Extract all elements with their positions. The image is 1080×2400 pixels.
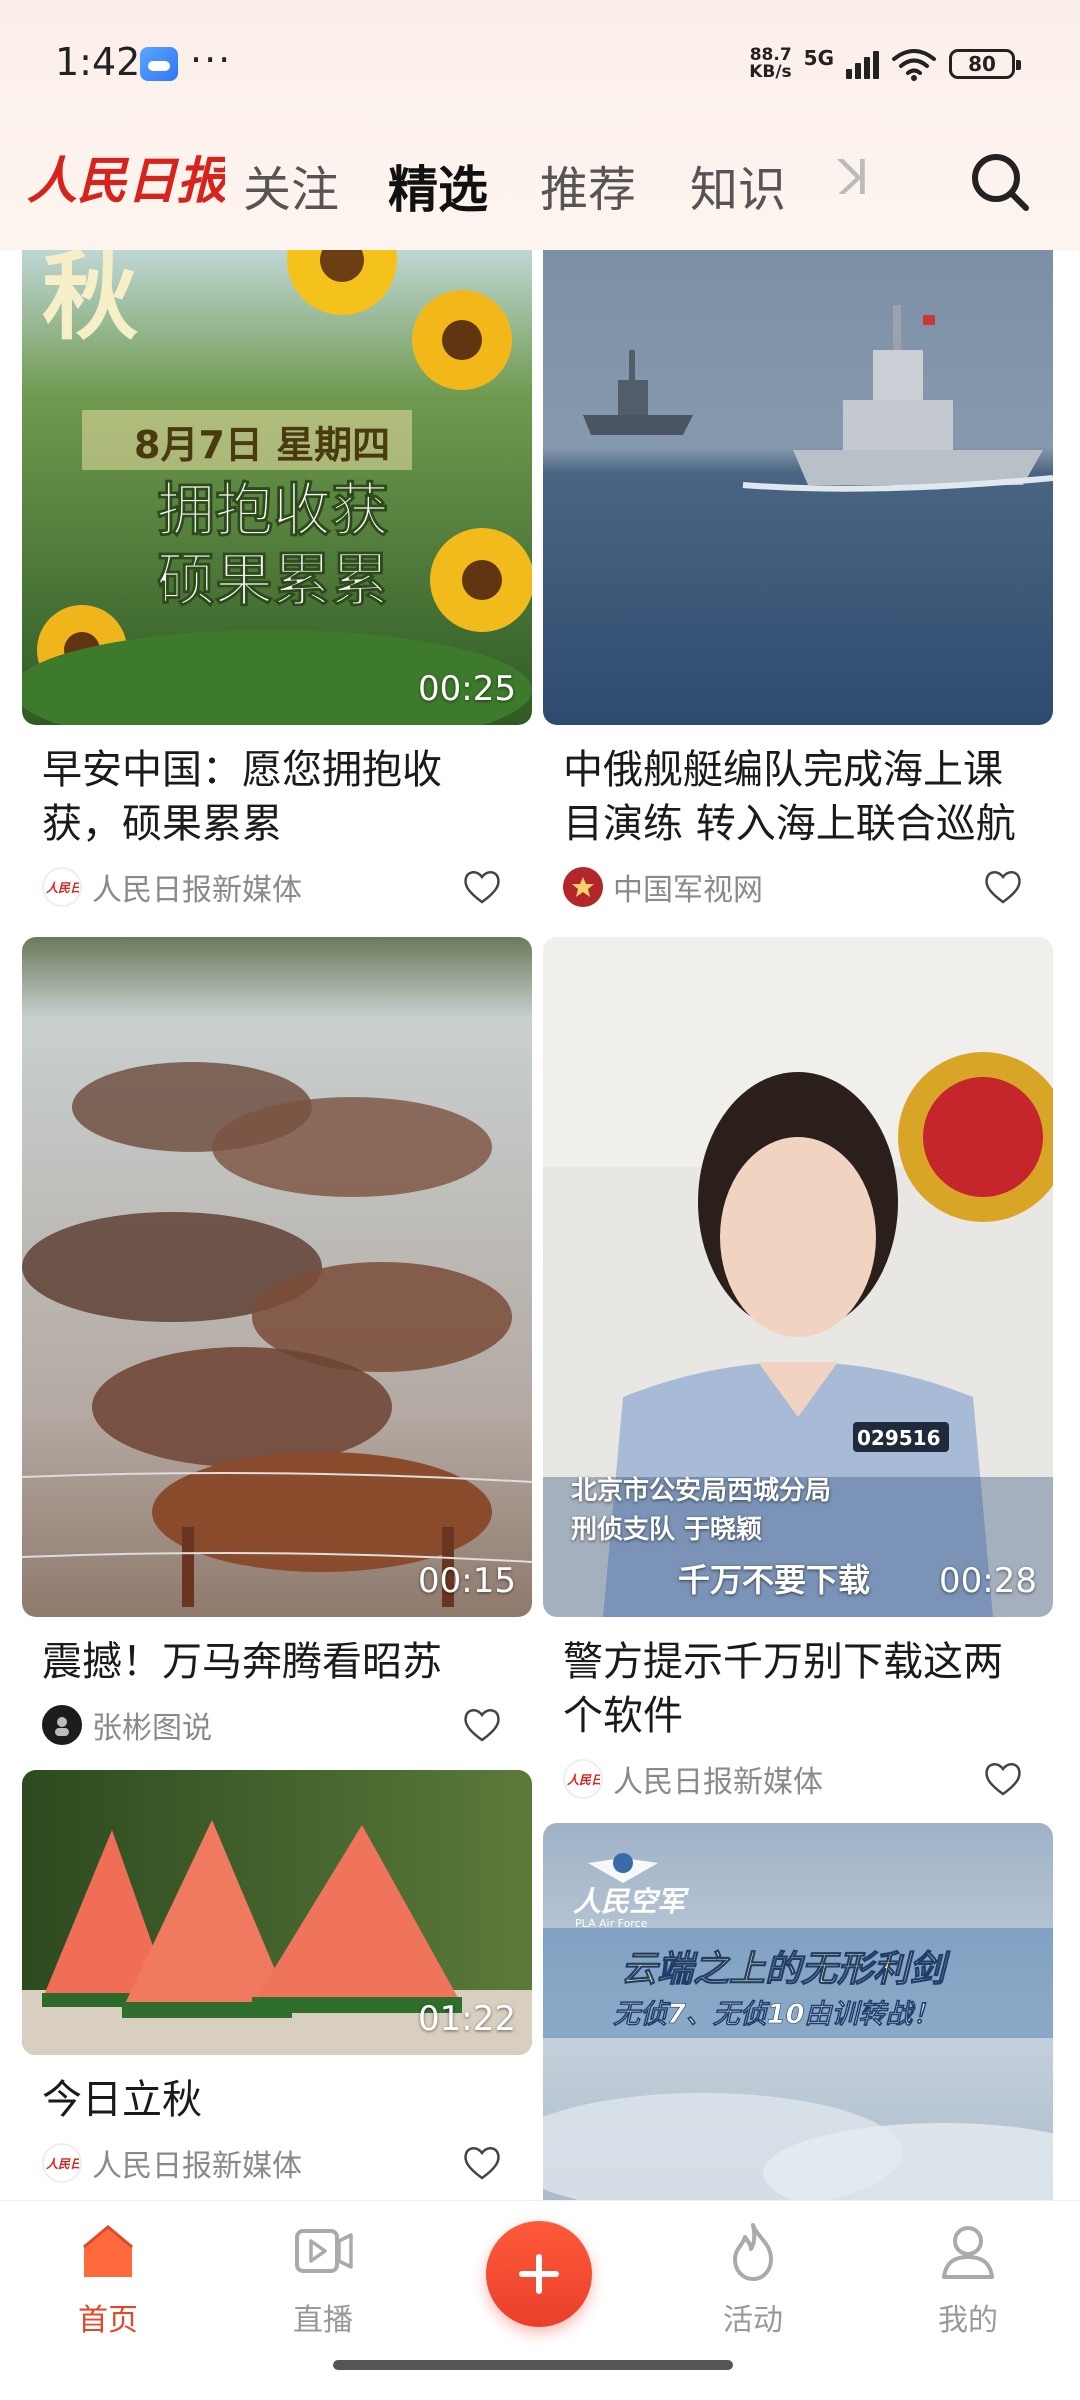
video-thumbnail[interactable]: 029516 北京市公安局西城分局 刑侦支队 于晓颖 千万不要下载 00:28 [543,937,1053,1617]
svg-text:无侦7、无侦10由训转战！: 无侦7、无侦10由训转战！ [613,1999,939,2030]
thumb-caption-name: 刑侦支队 于晓颖 [571,1515,763,1545]
home-icon [83,2225,133,2277]
status-indicators: 88.7 KB/s 5G 80 [749,44,1021,84]
video-duration: 00:15 [418,1561,516,1601]
network-speed-unit: KB/s [749,62,792,82]
video-card[interactable]: 人民空军 PLA Air Force 云端之上的无形利剑 无侦7、无侦10由训转… [543,1823,1053,2200]
svg-text:人民日报: 人民日报 [46,881,79,895]
home-indicator[interactable] [333,2360,733,2370]
video-thumbnail[interactable]: 人民空军 PLA Air Force 云端之上的无形利剑 无侦7、无侦10由训转… [543,1823,1053,2200]
video-meta: 中国军视网 [563,859,1033,915]
video-duration: 00:28 [939,1561,1037,1601]
tab-recommend[interactable]: 推荐 [540,150,636,220]
app-logo[interactable]: 人民日报 [25,140,225,220]
svg-text:PLA Air Force: PLA Air Force [575,1917,648,1930]
like-heart-icon[interactable] [983,867,1023,907]
source-name[interactable]: 人民日报新媒体 [92,865,302,909]
video-card[interactable]: 01:22 今日立秋 人民日报 人民日报新媒体 [22,1770,532,2191]
video-title[interactable]: 今日立秋 [42,2073,512,2127]
video-card[interactable]: 00:15 震撼！万马奔腾看昭苏 张彬图说 [22,937,532,1753]
like-heart-icon[interactable] [462,2143,502,2183]
bottom-navigation: 首页 直播 活动 我的 [0,2200,1080,2400]
video-duration: 01:22 [418,1999,516,2039]
video-card[interactable]: 中俄舰艇编队完成海上课目演练 转入海上联合巡航 中国军视网 [543,250,1053,915]
nav-home-label: 首页 [78,2303,138,2338]
video-title[interactable]: 中俄舰艇编队完成海上课目演练 转入海上联合巡航 [563,743,1033,851]
video-meta: 人民日报 人民日报新媒体 [42,859,512,915]
nav-mine-label: 我的 [938,2303,998,2338]
video-thumbnail[interactable]: 00:15 [22,937,532,1617]
nav-activity-label: 活动 [723,2303,783,2338]
sunflower-thumbnail-image: 秋 8月7日 星期四 拥抱收获 硕果累累 [22,250,532,725]
wifi-icon [892,49,936,81]
thumb-caption-warning: 千万不要下载 [678,1561,871,1599]
source-avatar[interactable] [563,867,603,907]
svg-text:硕果累累: 硕果累累 [157,546,389,614]
source-avatar[interactable]: 人民日报 [42,2143,82,2183]
video-meta: 张彬图说 [42,1697,512,1753]
video-title[interactable]: 震撼！万马奔腾看昭苏 [42,1635,512,1689]
source-name[interactable]: 中国军视网 [613,865,763,909]
source-name[interactable]: 人民日报新媒体 [92,2141,302,2185]
svg-text:人民日报: 人民日报 [27,151,225,210]
horses-thumbnail-image [22,937,532,1617]
nav-activity[interactable]: 活动 [683,2219,823,2339]
svg-text:029516: 029516 [857,1426,941,1450]
network-speed: 88.7 KB/s [749,47,791,81]
status-bar: 1:42 ··· 88.7 KB/s 5G 80 [0,0,1080,130]
source-avatar[interactable]: 人民日报 [563,1759,603,1799]
svg-text:8月7日 星期四: 8月7日 星期四 [134,423,390,467]
source-name[interactable]: 人民日报新媒体 [613,1757,823,1801]
svg-text:云端之上的无形利剑: 云端之上的无形利剑 [621,1949,951,1990]
like-heart-icon[interactable] [462,1705,502,1745]
tab-more-channel[interactable]: ꓘ [838,150,869,206]
video-card[interactable]: 029516 北京市公安局西城分局 刑侦支队 于晓颖 千万不要下载 00:28 … [543,937,1053,1807]
signal-icon [846,49,879,79]
cloud-app-icon [140,47,178,81]
svg-text:人民日报: 人民日报 [567,1773,600,1787]
status-time: 1:42 [55,40,141,84]
source-name[interactable]: 张彬图说 [92,1703,212,1747]
nav-home[interactable]: 首页 [38,2219,178,2339]
channel-tabs: 人民日报 关注 精选 推荐 知识 ꓘ [0,130,1080,240]
video-title[interactable]: 早安中国：愿您拥抱收获，硕果累累 [42,743,512,851]
video-meta: 人民日报 人民日报新媒体 [563,1751,1033,1807]
more-notifications-icon: ··· [190,38,233,82]
thumb-caption-unit: 北京市公安局西城分局 [571,1476,832,1506]
svg-text:秋: 秋 [42,250,138,353]
add-button[interactable] [486,2221,592,2327]
video-duration: 00:25 [418,669,516,709]
source-avatar[interactable]: 人民日报 [42,867,82,907]
video-feed: 秋 8月7日 星期四 拥抱收获 硕果累累 00:25 早安中国：愿您拥抱收获，硕… [0,250,1080,2200]
svg-text:人民空军: 人民空军 [573,1885,690,1918]
nav-mine[interactable]: 我的 [898,2219,1038,2339]
video-play-icon [295,2229,353,2273]
svg-text:拥抱收获: 拥抱收获 [157,476,389,544]
video-thumbnail[interactable]: 01:22 [22,1770,532,2055]
like-heart-icon[interactable] [462,867,502,907]
video-title[interactable]: 警方提示千万别下载这两个软件 [563,1635,1033,1743]
video-thumbnail[interactable] [543,250,1053,725]
plus-icon [519,2254,559,2294]
nav-live-label: 直播 [293,2303,353,2338]
video-meta: 人民日报 人民日报新媒体 [42,2135,512,2191]
search-icon[interactable] [968,150,1032,214]
warship-thumbnail-image [543,250,1053,725]
tab-knowledge[interactable]: 知识 [690,150,786,220]
nav-live[interactable]: 直播 [253,2219,393,2339]
flame-icon [733,2223,773,2281]
airforce-thumbnail-image: 人民空军 PLA Air Force 云端之上的无形利剑 无侦7、无侦10由训转… [543,1823,1053,2200]
video-thumbnail[interactable]: 秋 8月7日 星期四 拥抱收获 硕果累累 00:25 [22,250,532,725]
svg-text:人民日报: 人民日报 [46,2157,79,2171]
battery-indicator: 80 [949,49,1021,79]
tab-follow[interactable]: 关注 [243,150,339,220]
network-type: 5G [803,46,834,70]
profile-icon [942,2226,994,2279]
tab-featured[interactable]: 精选 [388,150,488,222]
source-avatar[interactable] [42,1705,82,1745]
video-card[interactable]: 秋 8月7日 星期四 拥抱收获 硕果累累 00:25 早安中国：愿您拥抱收获，硕… [22,250,532,915]
app-header: 1:42 ··· 88.7 KB/s 5G 80 人民日报 关注 精选 推荐 知… [0,0,1080,250]
like-heart-icon[interactable] [983,1759,1023,1799]
